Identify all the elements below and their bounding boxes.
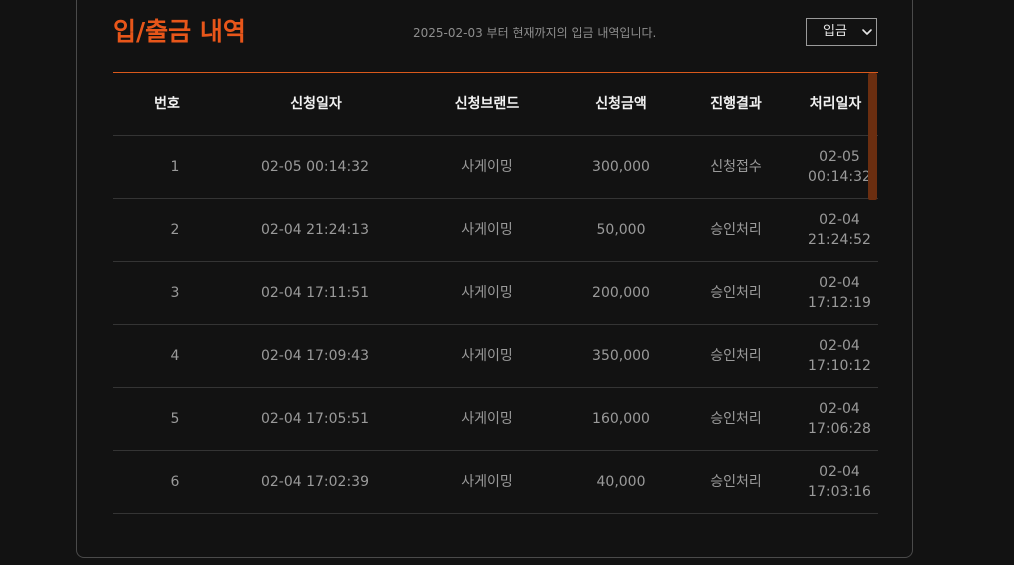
cell-amount: 200,000	[592, 285, 650, 301]
header-status: 진행결과	[710, 96, 762, 112]
cell-amount: 50,000	[596, 222, 646, 238]
cell-brand: 사게이밍	[461, 222, 513, 238]
cell-status: 승인처리	[710, 222, 762, 238]
table-row: 4 02-04 17:09:43 사게이밍 350,000 승인처리 02-04…	[113, 325, 878, 388]
cell-request-date: 02-04 17:09:43	[260, 348, 369, 364]
cell-number: 1	[170, 159, 180, 175]
table-row: 6 02-04 17:02:39 사게이밍 40,000 승인처리 02-04 …	[113, 451, 878, 514]
cell-brand: 사게이밍	[461, 411, 513, 427]
cell-number: 5	[170, 411, 180, 427]
cell-brand: 사게이밍	[461, 285, 513, 301]
chevron-down-icon	[862, 29, 872, 35]
cell-amount: 160,000	[592, 411, 650, 427]
table-row: 3 02-04 17:11:51 사게이밍 200,000 승인처리 02-04…	[113, 262, 878, 325]
table-header-row: 번호 신청일자 신청브랜드 신청금액 진행결과 처리일자	[113, 73, 878, 136]
cell-processed-date: 02-04 17:12:19	[808, 275, 871, 311]
cell-amount: 40,000	[596, 474, 646, 490]
header-brand: 신청브랜드	[454, 96, 520, 112]
cell-request-date: 02-04 17:11:51	[260, 285, 369, 301]
cell-processed-date: 02-04 17:10:12	[808, 338, 871, 374]
cell-number: 2	[170, 222, 180, 238]
cell-processed-date: 02-04 21:24:52	[808, 212, 871, 248]
cell-amount: 300,000	[592, 159, 650, 175]
cell-status: 승인처리	[710, 474, 762, 490]
header-number: 번호	[154, 96, 180, 112]
header-amount: 신청금액	[595, 96, 647, 112]
cell-request-date: 02-04 17:05:51	[260, 411, 369, 427]
cell-request-date: 02-04 17:02:39	[260, 474, 369, 490]
cell-number: 6	[170, 474, 180, 490]
cell-brand: 사게이밍	[461, 474, 513, 490]
page-title: 입/출금 내역	[113, 17, 246, 46]
cell-brand: 사게이밍	[461, 159, 513, 175]
table-row: 1 02-05 00:14:32 사게이밍 300,000 신청접수 02-05…	[113, 136, 878, 199]
cell-number: 4	[170, 348, 180, 364]
type-filter-value: 입금	[823, 24, 847, 39]
cell-status: 승인처리	[710, 285, 762, 301]
type-filter-select[interactable]: 입금	[806, 18, 877, 46]
history-table: 번호 신청일자 신청브랜드 신청금액 진행결과 처리일자 1 02-05 00:…	[113, 72, 878, 514]
cell-request-date: 02-05 00:14:32	[260, 159, 369, 175]
cell-amount: 350,000	[592, 348, 650, 364]
header-processed-date: 처리일자	[809, 96, 862, 112]
cell-number: 3	[170, 285, 180, 301]
period-description: 2025-02-03 부터 현재까지의 입금 내역입니다.	[413, 26, 657, 40]
table-scrollbar-thumb[interactable]	[868, 73, 877, 200]
cell-brand: 사게이밍	[461, 348, 513, 364]
cell-processed-date: 02-05 00:14:32	[808, 149, 871, 185]
cell-request-date: 02-04 21:24:13	[260, 222, 369, 238]
table-row: 5 02-04 17:05:51 사게이밍 160,000 승인처리 02-04…	[113, 388, 878, 451]
cell-processed-date: 02-04 17:03:16	[808, 464, 871, 500]
cell-status: 신청접수	[710, 159, 762, 175]
table-row: 2 02-04 21:24:13 사게이밍 50,000 승인처리 02-04 …	[113, 199, 878, 262]
header-request-date: 신청일자	[290, 96, 342, 112]
cell-processed-date: 02-04 17:06:28	[808, 401, 871, 437]
cell-status: 승인처리	[710, 411, 762, 427]
cell-status: 승인처리	[710, 348, 762, 364]
